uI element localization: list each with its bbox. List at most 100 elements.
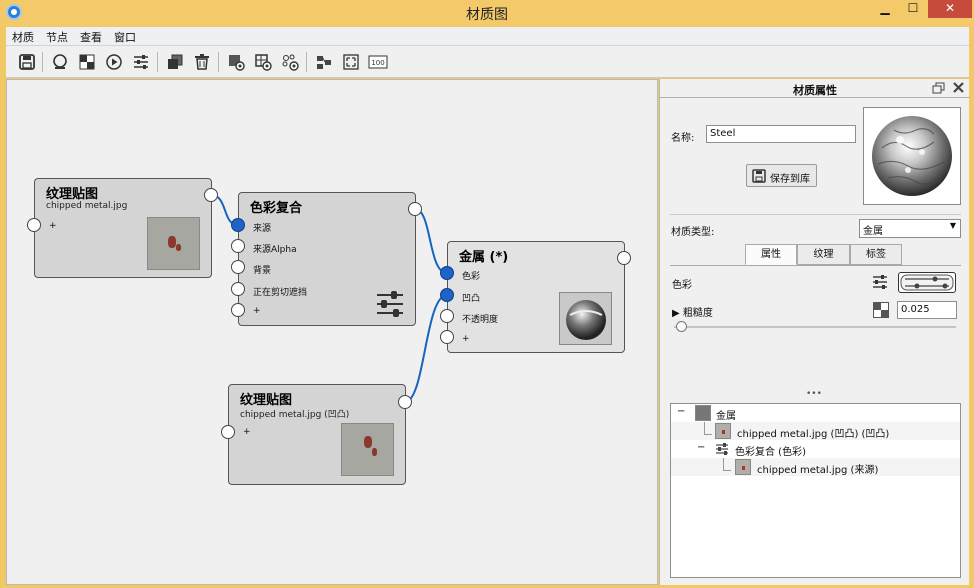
tree-row[interactable]: chipped metal.jpg (来源) bbox=[671, 458, 960, 476]
tab-texture[interactable]: 纹理 bbox=[797, 244, 850, 265]
collapse-toggle[interactable]: − bbox=[677, 406, 685, 417]
name-label: 名称: bbox=[671, 133, 695, 144]
opacity-input-port[interactable] bbox=[440, 309, 454, 323]
material-type-select[interactable]: 金属 ▼ bbox=[859, 219, 961, 238]
tab-tags[interactable]: 标签 bbox=[850, 244, 902, 265]
color-mix-node[interactable]: 色彩复合 来源 来源Alpha 背景 正在剪切遮挡 + bbox=[238, 192, 416, 326]
background-input-port[interactable] bbox=[231, 260, 245, 274]
add-input-port[interactable] bbox=[27, 218, 41, 232]
add-input-port[interactable] bbox=[231, 303, 245, 317]
roughness-label[interactable]: ▶ 粗糙度 bbox=[672, 304, 713, 319]
add-port-label: + bbox=[49, 221, 57, 231]
svg-text:100: 100 bbox=[371, 59, 384, 67]
color-input-port[interactable] bbox=[440, 266, 454, 280]
save-to-library-button[interactable]: 保存到库 bbox=[746, 164, 817, 187]
texture-icon bbox=[715, 423, 731, 439]
name-field[interactable]: Steel bbox=[706, 125, 856, 143]
color-label: 色彩 bbox=[672, 280, 692, 291]
material-type-value: 金属 bbox=[863, 226, 883, 237]
save-icon bbox=[752, 169, 766, 183]
port-label-bump: 凹凸 bbox=[462, 294, 481, 304]
material-preview bbox=[863, 107, 961, 205]
save-icon[interactable] bbox=[17, 52, 37, 72]
port-label-source-alpha: 来源Alpha bbox=[253, 245, 297, 255]
add-input-port[interactable] bbox=[221, 425, 235, 439]
port-label-color: 色彩 bbox=[462, 272, 481, 282]
source-alpha-input-port[interactable] bbox=[231, 239, 245, 253]
resize-grip[interactable]: ••• bbox=[806, 389, 822, 399]
add-texture-icon[interactable] bbox=[253, 52, 273, 72]
panel-header: 材质属性 bbox=[660, 79, 970, 98]
tree-label: 金属 bbox=[716, 411, 736, 422]
menu-material[interactable]: 材质 bbox=[12, 29, 34, 45]
tree-row[interactable]: − 金属 bbox=[671, 404, 960, 422]
sliders-icon[interactable] bbox=[131, 52, 151, 72]
close-panel-icon[interactable] bbox=[952, 81, 965, 97]
sliders-icon[interactable] bbox=[872, 274, 888, 293]
texture-icon bbox=[735, 459, 751, 475]
menu-view[interactable]: 查看 bbox=[80, 29, 102, 45]
maximize-button[interactable]: ☐ bbox=[902, 0, 924, 18]
sliders-icon bbox=[375, 289, 405, 322]
port-label-clip-mask: 正在剪切遮挡 bbox=[253, 288, 308, 298]
tree-label: 色彩复合 (色彩) bbox=[735, 447, 806, 458]
add-port-label: + bbox=[243, 427, 251, 437]
output-port[interactable] bbox=[408, 202, 422, 216]
output-port[interactable] bbox=[398, 395, 412, 409]
metal-sphere-icon bbox=[695, 405, 711, 421]
collapse-toggle[interactable]: − bbox=[697, 442, 705, 453]
undock-icon[interactable] bbox=[932, 82, 945, 98]
sphere-icon[interactable] bbox=[50, 52, 70, 72]
duplicate-icon[interactable] bbox=[165, 52, 185, 72]
port-label-add: + bbox=[253, 306, 261, 316]
clip-mask-input-port[interactable] bbox=[231, 282, 245, 296]
checker-icon[interactable] bbox=[77, 52, 97, 72]
source-input-port[interactable] bbox=[231, 218, 245, 232]
metal-preview-thumbnail bbox=[559, 292, 612, 345]
panel-title: 材质属性 bbox=[793, 84, 837, 97]
roughness-slider-thumb[interactable] bbox=[675, 321, 687, 332]
texture-map-node-1[interactable]: 纹理贴图 chipped metal.jpg + bbox=[34, 178, 212, 278]
delete-icon[interactable] bbox=[192, 52, 212, 72]
layout-icon[interactable] bbox=[314, 52, 334, 72]
metal-node[interactable]: 金属 (*) 色彩 凹凸 不透明度 + bbox=[447, 241, 625, 353]
minimize-button[interactable]: ▁ bbox=[876, 0, 894, 18]
chevron-down-icon: ▼ bbox=[949, 221, 956, 230]
roughness-field[interactable]: 0.025 bbox=[897, 301, 957, 319]
bump-input-port[interactable] bbox=[440, 288, 454, 302]
port-label-opacity: 不透明度 bbox=[462, 315, 499, 325]
add-node-icon[interactable] bbox=[280, 52, 300, 72]
material-type-label: 材质类型: bbox=[671, 227, 715, 238]
play-icon[interactable] bbox=[104, 52, 124, 72]
close-button[interactable]: ✕ bbox=[928, 0, 972, 18]
add-material-icon[interactable] bbox=[226, 52, 246, 72]
material-properties-panel: 材质属性 名称: Steel 保存到库 材质类型: 金属 ▼ 属性 纹理 标签 … bbox=[659, 79, 970, 585]
tree-label: chipped metal.jpg (凹凸) (凹凸) bbox=[737, 429, 890, 440]
node-title: 金属 (*) bbox=[459, 250, 509, 265]
tab-properties[interactable]: 属性 bbox=[745, 244, 797, 265]
output-port[interactable] bbox=[617, 251, 631, 265]
tree-row[interactable]: chipped metal.jpg (凹凸) (凹凸) bbox=[671, 422, 960, 440]
toolbar: 100 bbox=[6, 46, 969, 78]
tree-row[interactable]: − 色彩复合 (色彩) bbox=[671, 440, 960, 458]
color-swatch-button[interactable] bbox=[898, 272, 956, 293]
material-tree[interactable]: − 金属 chipped metal.jpg (凹凸) (凹凸) − 色彩复合 … bbox=[670, 403, 961, 578]
node-title: 色彩复合 bbox=[250, 201, 303, 216]
add-input-port[interactable] bbox=[440, 330, 454, 344]
fit-icon[interactable] bbox=[341, 52, 361, 72]
menu-node[interactable]: 节点 bbox=[46, 29, 68, 45]
port-label-source: 来源 bbox=[253, 224, 272, 234]
zoom-100-icon[interactable]: 100 bbox=[368, 52, 388, 72]
node-title: 纹理贴图 bbox=[240, 393, 293, 408]
tree-label: chipped metal.jpg (来源) bbox=[757, 465, 879, 476]
roughness-slider-track[interactable] bbox=[674, 321, 956, 332]
checker-icon[interactable] bbox=[873, 302, 889, 321]
window-title: 材质图 bbox=[466, 7, 508, 23]
output-port[interactable] bbox=[204, 188, 218, 202]
port-label-background: 背景 bbox=[253, 266, 272, 276]
node-subtitle: chipped metal.jpg bbox=[46, 201, 128, 211]
node-title: 纹理贴图 bbox=[46, 187, 99, 202]
texture-thumbnail bbox=[147, 217, 200, 270]
texture-map-node-2[interactable]: 纹理贴图 chipped metal.jpg (凹凸) + bbox=[228, 384, 406, 485]
menu-window[interactable]: 窗口 bbox=[114, 29, 136, 45]
